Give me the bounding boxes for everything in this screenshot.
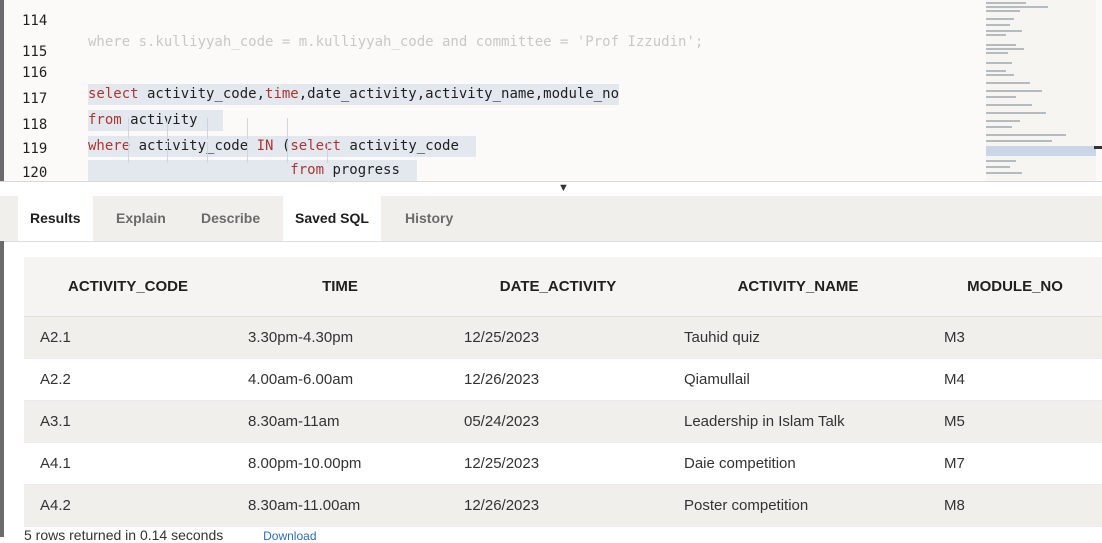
tab-history[interactable]: History <box>393 196 465 241</box>
table-cell: 12/26/2023 <box>448 358 668 401</box>
table-cell: 8.30am-11am <box>232 400 448 443</box>
table-cell: 12/26/2023 <box>448 484 668 527</box>
table-cell: M5 <box>928 400 1102 443</box>
left-edge-bar <box>0 241 4 537</box>
code-line-116[interactable]: 116 select activity_code,time,date_activ… <box>0 42 1102 105</box>
scroll-marker <box>1094 146 1102 149</box>
tab-results[interactable]: Results <box>18 196 93 241</box>
code-line-119[interactable]: 119 from progress <box>0 118 1102 181</box>
column-header[interactable]: TIME <box>232 257 448 317</box>
code-line-120[interactable]: 120 where status = 'completed'); <box>0 142 1102 181</box>
tab-explain[interactable]: Explain <box>104 196 178 241</box>
tab-describe[interactable]: Describe <box>189 196 272 241</box>
pane-splitter[interactable]: ▼ <box>0 181 1102 197</box>
table-row: A3.1 8.30am-11am 05/24/2023 Leadership i… <box>24 400 1102 443</box>
table-cell: 8.30am-11.00am <box>232 484 448 527</box>
column-header[interactable]: ACTIVITY_NAME <box>668 257 928 317</box>
table-cell: 12/25/2023 <box>448 442 668 485</box>
column-header[interactable]: ACTIVITY_CODE <box>24 257 232 317</box>
table-cell: M8 <box>928 484 1102 527</box>
table-cell: 4.00am-6.00am <box>232 358 448 401</box>
table-row: A2.1 3.30pm-4.30pm 12/25/2023 Tauhid qui… <box>24 316 1102 359</box>
code-line-115[interactable]: 115 <box>0 21 1102 60</box>
table-cell: Leadership in Islam Talk <box>668 400 928 443</box>
table-cell: 3.30pm-4.30pm <box>232 316 448 359</box>
table-row: A4.1 8.00pm-10.00pm 12/25/2023 Daie comp… <box>24 442 1102 485</box>
code-line-121[interactable]: 121 <box>0 165 1102 181</box>
code-line-118[interactable]: 118 where activity_code IN (select activ… <box>0 94 1102 157</box>
minimap-viewport <box>986 146 1096 156</box>
table-cell: Poster competition <box>668 484 928 527</box>
rows-returned-text: 5 rows returned in 0.14 seconds <box>24 527 224 543</box>
table-cell: A4.1 <box>24 442 232 485</box>
table-cell: Qiamullail <box>668 358 928 401</box>
table-cell: M3 <box>928 316 1102 359</box>
results-tab-bar: Results Explain Describe Saved SQL Histo… <box>0 196 1102 242</box>
table-cell: 12/25/2023 <box>448 316 668 359</box>
column-header[interactable]: DATE_ACTIVITY <box>448 257 668 317</box>
code-minimap[interactable] <box>986 0 1096 181</box>
code-line-117[interactable]: 117 from activity <box>0 68 1102 131</box>
table-cell: M7 <box>928 442 1102 485</box>
table-cell: A3.1 <box>24 400 232 443</box>
table-cell: 8.00pm-10.00pm <box>232 442 448 485</box>
table-cell: A2.1 <box>24 316 232 359</box>
chevron-down-icon[interactable]: ▼ <box>558 182 569 194</box>
table-cell: 05/24/2023 <box>448 400 668 443</box>
download-link[interactable]: Download <box>263 529 316 543</box>
code-line-114[interactable]: 114 where s.kulliyyah_code = m.kulliyyah… <box>0 0 1102 50</box>
table-row: A4.2 8.30am-11.00am 12/26/2023 Poster co… <box>24 484 1102 527</box>
table-cell: A4.2 <box>24 484 232 527</box>
column-header[interactable]: MODULE_NO <box>928 257 1102 317</box>
results-grid: ACTIVITY_CODE TIME DATE_ACTIVITY ACTIVIT… <box>24 257 1102 527</box>
table-cell: A2.2 <box>24 358 232 401</box>
results-footer: 5 rows returned in 0.14 seconds Download <box>24 527 317 543</box>
sql-editor[interactable]: 114 where s.kulliyyah_code = m.kulliyyah… <box>0 0 1102 181</box>
table-row: A2.2 4.00am-6.00am 12/26/2023 Qiamullail… <box>24 358 1102 401</box>
table-cell: M4 <box>928 358 1102 401</box>
tab-saved-sql[interactable]: Saved SQL <box>283 196 381 241</box>
table-cell: Tauhid quiz <box>668 316 928 359</box>
table-cell: Daie competition <box>668 442 928 485</box>
